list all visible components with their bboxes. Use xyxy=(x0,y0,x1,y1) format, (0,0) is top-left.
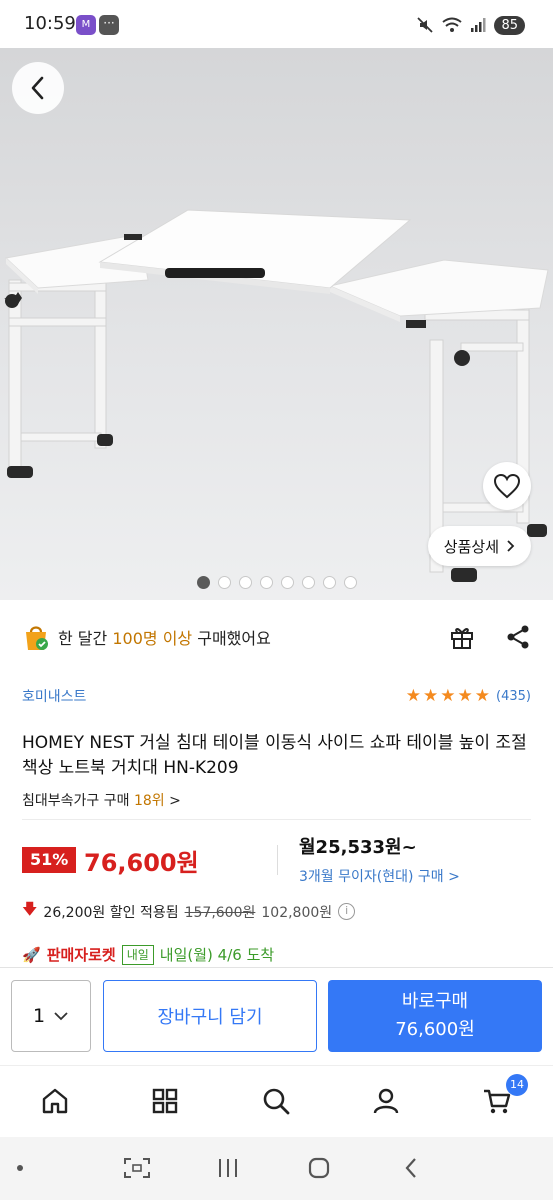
price-divider xyxy=(277,845,278,875)
back-button[interactable] xyxy=(12,62,64,114)
discount-details: 🡇 26,200원 할인 적용됨 157,600원 102,800원 i xyxy=(22,899,356,924)
carousel-dot[interactable] xyxy=(343,576,357,589)
brand-link[interactable]: 호미내스트 xyxy=(22,686,86,706)
bottom-navigation: 14 xyxy=(0,1065,553,1137)
quantity-select[interactable]: 1 xyxy=(11,980,91,1052)
notification-app-icon: M xyxy=(76,15,96,35)
chevron-down-icon xyxy=(54,1012,68,1021)
home-button-icon[interactable] xyxy=(305,1153,333,1183)
chevron-right-icon xyxy=(507,540,515,552)
gift-icon[interactable] xyxy=(449,624,475,650)
buy-now-label: 바로구매 xyxy=(401,991,469,1012)
status-time: 10:59 xyxy=(24,13,76,34)
info-icon[interactable]: i xyxy=(338,903,356,920)
wifi-icon xyxy=(442,17,463,32)
discount-amount: 26,200원 할인 적용됨 xyxy=(43,904,179,921)
favorite-button[interactable] xyxy=(483,462,531,510)
add-to-cart-button[interactable]: 장바구니 담기 xyxy=(103,980,317,1052)
product-image-carousel[interactable]: 상품상세 xyxy=(0,48,553,600)
screen-capture-icon[interactable] xyxy=(122,1153,152,1183)
rating-count: (435) xyxy=(496,688,531,704)
carousel-dot[interactable] xyxy=(217,576,231,589)
category-rank-link[interactable]: 침대부속가구 구매 18위 > xyxy=(22,790,181,810)
rocket-icon: 🚀 xyxy=(22,945,41,964)
arrow-down-icon: 🡇 xyxy=(22,900,38,918)
cart-count-badge: 14 xyxy=(506,1074,528,1096)
nav-categories[interactable] xyxy=(148,1084,182,1118)
carousel-dot[interactable] xyxy=(280,576,294,589)
nav-cart[interactable]: 14 xyxy=(480,1074,528,1118)
shopping-bag-icon xyxy=(26,626,48,650)
recent-apps-icon[interactable] xyxy=(214,1153,242,1183)
nav-search[interactable] xyxy=(259,1084,293,1118)
purchase-action-bar: 1 장바구니 담기 바로구매 76,600원 xyxy=(0,967,553,1065)
status-indicators: 85 xyxy=(416,14,525,36)
original-price-strike: 157,600원 xyxy=(184,904,256,921)
arrival-date: 내일(월) 4/6 도착 xyxy=(159,946,275,964)
purchase-count-row: 한 달간 100명 이상 구매했어요 xyxy=(22,617,531,657)
rating[interactable]: ★ ★ ★ ★ ★ (435) xyxy=(405,685,531,706)
carousel-dot[interactable] xyxy=(196,576,210,589)
sale-price: 76,600원 xyxy=(84,849,199,877)
quantity-value: 1 xyxy=(32,1005,46,1027)
carousel-dot[interactable] xyxy=(301,576,315,589)
rocket-label: 판매자로켓 xyxy=(46,946,116,964)
delivery-badge: 내일 xyxy=(121,944,154,965)
discount-rate-badge: 51% xyxy=(22,847,77,873)
mute-icon xyxy=(417,17,434,33)
carousel-dot[interactable] xyxy=(322,576,336,589)
monthly-price: 월25,533원~ xyxy=(299,837,417,858)
divider xyxy=(22,819,531,820)
user-icon xyxy=(373,1088,399,1114)
installment-link[interactable]: 3개월 무이자(현대) 구매 > xyxy=(299,866,460,886)
carousel-dot[interactable] xyxy=(259,576,273,589)
home-icon xyxy=(42,1088,68,1114)
notification-message-icon: ··· xyxy=(99,15,119,35)
brand-rating-row: 호미내스트 ★ ★ ★ ★ ★ (435) xyxy=(22,684,531,708)
carousel-indicators xyxy=(0,576,553,589)
buy-now-button[interactable]: 바로구매 76,600원 xyxy=(328,980,542,1052)
heart-icon xyxy=(493,473,521,499)
nav-home[interactable] xyxy=(38,1084,72,1118)
star-icon: ★ xyxy=(405,685,422,706)
signal-icon xyxy=(471,18,486,32)
star-icon: ★ xyxy=(457,685,473,706)
product-image xyxy=(4,209,549,582)
product-detail-button[interactable]: 상품상세 xyxy=(427,526,531,566)
star-icon: ★ xyxy=(440,685,456,706)
product-detail-label: 상품상세 xyxy=(443,537,499,556)
star-icon: ★ xyxy=(474,685,491,706)
product-title: HOMEY NEST 거실 침대 테이블 이동식 사이드 쇼파 테이블 높이 조… xyxy=(22,733,527,778)
star-icon: ★ xyxy=(423,685,439,706)
share-icon[interactable] xyxy=(505,624,531,650)
carousel-dot[interactable] xyxy=(238,576,252,589)
battery-indicator: 85 xyxy=(494,15,525,35)
nav-my-account[interactable] xyxy=(369,1084,403,1118)
delivery-info: 🚀 판매자로켓 내일 내일(월) 4/6 도착 xyxy=(22,944,274,965)
status-bar: 10:59 M ··· 85 xyxy=(0,0,553,48)
dot-icon xyxy=(14,1153,26,1183)
chevron-left-icon xyxy=(31,76,44,100)
search-icon xyxy=(263,1088,290,1115)
grid-icon xyxy=(152,1088,178,1114)
buy-now-price: 76,600원 xyxy=(395,1019,475,1040)
system-navigation xyxy=(0,1137,553,1200)
system-back-icon[interactable] xyxy=(398,1153,424,1183)
purchase-count-text: 한 달간 100명 이상 구매했어요 xyxy=(58,629,271,648)
base-price: 102,800원 xyxy=(261,904,333,921)
